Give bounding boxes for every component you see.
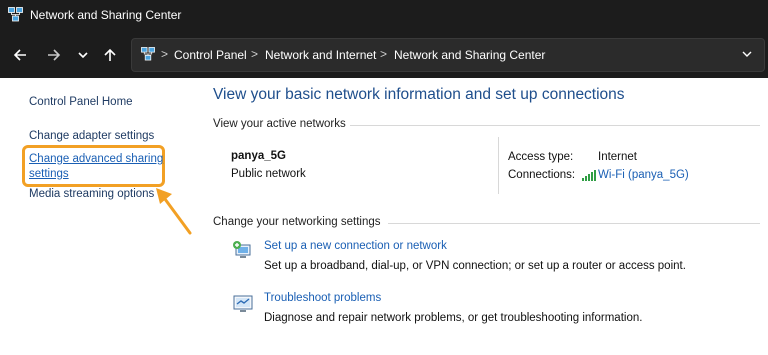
breadcrumb-control-panel[interactable]: Control Panel — [174, 48, 247, 62]
breadcrumb-network-and-sharing-center[interactable]: Network and Sharing Center — [394, 48, 545, 62]
section-divider — [388, 223, 760, 224]
troubleshoot-icon — [233, 295, 253, 312]
wifi-signal-icon — [582, 170, 596, 181]
breadcrumb-network-and-internet[interactable]: Network and Internet — [265, 48, 376, 62]
network-name: panya_5G — [231, 150, 286, 162]
active-networks-heading: View your active networks — [213, 118, 346, 130]
vertical-divider — [498, 137, 499, 194]
address-dropdown-chevron-down-icon[interactable] — [740, 47, 754, 61]
annotation-arrow-icon — [156, 188, 192, 235]
sidebar-item-label-line2: settings — [29, 168, 69, 180]
network-type: Public network — [231, 168, 306, 180]
new-connection-icon — [233, 241, 251, 258]
connections-label: Connections: — [508, 169, 576, 181]
breadcrumb-separator: > — [161, 47, 169, 61]
troubleshoot-problems-description: Diagnose and repair network problems, or… — [264, 312, 643, 324]
recent-locations-chevron-down-icon[interactable] — [74, 46, 92, 64]
access-type-label: Access type: — [508, 151, 574, 163]
network-center-icon — [141, 47, 155, 61]
back-arrow-icon[interactable] — [11, 46, 29, 64]
section-divider — [350, 125, 760, 126]
breadcrumb-separator: > — [251, 47, 259, 61]
sidebar-item-media-streaming-options[interactable]: Media streaming options — [29, 188, 154, 200]
networking-settings-heading: Change your networking settings — [213, 216, 381, 228]
sidebar-item-change-advanced-sharing-settings[interactable]: Change advanced sharing settings — [29, 152, 163, 182]
forward-arrow-icon[interactable] — [45, 46, 63, 64]
up-arrow-icon[interactable] — [101, 46, 119, 64]
setup-connection-link[interactable]: Set up a new connection or network — [264, 240, 447, 252]
page-title: View your basic network information and … — [213, 86, 625, 103]
window-title: Network and Sharing Center — [30, 8, 182, 22]
breadcrumb-separator: > — [380, 47, 388, 61]
access-type-value: Internet — [598, 151, 637, 163]
setup-connection-description: Set up a broadband, dial-up, or VPN conn… — [264, 260, 686, 272]
troubleshoot-problems-link[interactable]: Troubleshoot problems — [264, 292, 381, 304]
sidebar-item-change-adapter-settings[interactable]: Change adapter settings — [29, 130, 154, 142]
network-center-icon — [8, 7, 23, 22]
sidebar-item-label-line1: Change advanced sharing — [29, 153, 164, 165]
wifi-connection-link[interactable]: Wi-Fi (panya_5G) — [598, 169, 689, 181]
address-bar[interactable]: > Control Panel > Network and Internet >… — [131, 38, 765, 72]
title-bar: Network and Sharing Center — [0, 0, 768, 32]
sidebar-item-control-panel-home[interactable]: Control Panel Home — [29, 96, 133, 108]
